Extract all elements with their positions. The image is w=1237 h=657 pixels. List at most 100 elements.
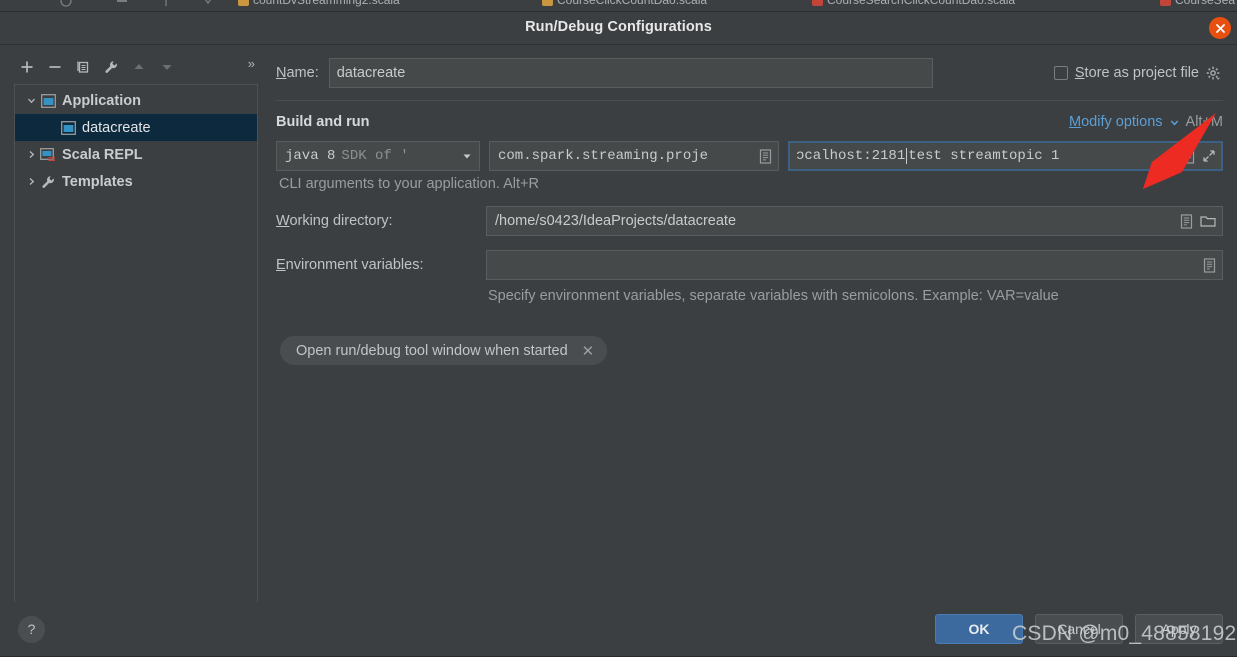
cli-arguments-value-before-caret: ɔcalhost:2181	[796, 148, 906, 164]
main-class-value: com.spark.streaming.proje	[498, 148, 709, 164]
section-divider	[276, 100, 1223, 101]
cli-arguments-hint: CLI arguments to your application. Alt+R	[279, 176, 539, 192]
scala-class-icon	[1160, 0, 1171, 6]
ide-toolbar-icon-2	[116, 0, 128, 6]
jre-value: java 8	[285, 148, 336, 164]
expand-field-icon[interactable]	[1180, 213, 1193, 229]
tree-node-application[interactable]: Application	[15, 87, 257, 114]
ide-tab-label: countDvStreamming2.scala	[253, 0, 400, 7]
dialog-body: » Application datacreate Scala REPL Temp…	[0, 46, 1237, 656]
scala-class-icon	[812, 0, 823, 6]
popup-editor-icon[interactable]	[1202, 149, 1216, 163]
chevron-right-icon[interactable]	[23, 176, 39, 187]
close-dialog-button[interactable]	[1209, 17, 1231, 39]
store-as-project-file-control[interactable]: Store as project file	[1053, 65, 1223, 81]
remove-configuration-button[interactable]	[42, 55, 68, 79]
jre-value-detail: SDK of '	[341, 148, 409, 164]
text-caret	[906, 148, 908, 164]
dialog-title: Run/Debug Configurations	[525, 19, 712, 35]
copy-configuration-button[interactable]	[70, 55, 96, 79]
jre-combo[interactable]: java 8 SDK of '	[276, 141, 480, 171]
ok-button[interactable]: OK	[935, 614, 1023, 644]
ide-tab-label: CourseSea	[1175, 0, 1236, 7]
close-icon	[1215, 23, 1225, 33]
section-title: Build and run	[276, 114, 370, 130]
copy-icon	[77, 61, 89, 73]
ide-tab[interactable]: CourseSea	[1160, 0, 1235, 7]
chevron-down-icon[interactable]	[1169, 117, 1180, 128]
store-as-project-file-checkbox[interactable]	[1053, 66, 1068, 80]
tree-node-label: Scala REPL	[62, 146, 143, 163]
ide-editor-tab-strip: countDvStreamming2.scala CourseClickCoun…	[0, 0, 1237, 11]
tree-node-scala-repl[interactable]: Scala REPL	[15, 141, 257, 168]
tree-node-datacreate[interactable]: datacreate	[15, 114, 257, 141]
application-icon	[59, 120, 77, 135]
tree-node-templates[interactable]: Templates	[15, 168, 257, 195]
cli-arguments-field[interactable]: ɔcalhost:2181 test streamtopic 1	[788, 141, 1223, 171]
modify-options-link[interactable]: Modify options	[1069, 114, 1163, 130]
scala-file-icon	[238, 0, 249, 6]
ide-tab-label: CourseClickCountDao.scala	[557, 0, 708, 7]
ide-toolbar-icon-3	[160, 0, 172, 6]
dialog-title-bar: Run/Debug Configurations	[0, 12, 1237, 45]
folder-icon[interactable]	[1200, 214, 1216, 228]
name-input[interactable]	[328, 58, 933, 88]
ide-tab[interactable]: CourseClickCountDao.scala	[542, 0, 707, 7]
scala-repl-icon	[39, 147, 57, 162]
chevron-down-icon[interactable]	[461, 150, 473, 162]
chevron-right-icon[interactable]	[23, 149, 39, 160]
arrow-down-icon	[162, 65, 172, 70]
expand-field-icon[interactable]	[1182, 148, 1195, 164]
apply-button[interactable]: Apply	[1135, 614, 1223, 644]
environment-variables-label: Environment variables:	[276, 257, 424, 273]
dialog-footer: ? OK Cancel Apply	[0, 602, 1237, 656]
minus-icon	[49, 66, 61, 68]
name-label: Name:	[276, 65, 319, 81]
environment-variables-row: Environment variables:	[276, 250, 1223, 280]
move-up-button[interactable]	[126, 55, 152, 79]
working-directory-row: Working directory: /home/s0423/IdeaProje…	[276, 206, 1223, 236]
wrench-icon	[39, 174, 57, 190]
tree-node-label: Application	[62, 92, 141, 109]
expand-field-icon[interactable]	[759, 148, 772, 164]
open-tool-window-chip[interactable]: Open run/debug tool window when started …	[280, 336, 608, 365]
environment-variables-field[interactable]	[486, 250, 1223, 280]
working-directory-field[interactable]: /home/s0423/IdeaProjects/datacreate	[486, 206, 1223, 236]
run-debug-configurations-window: countDvStreamming2.scala CourseClickCoun…	[0, 0, 1237, 657]
plus-icon	[21, 61, 33, 73]
move-down-button[interactable]	[154, 55, 180, 79]
working-directory-label: Working directory:	[276, 213, 393, 229]
name-row: Name: Store as project file	[276, 58, 1223, 88]
close-icon[interactable]: ✕	[582, 342, 595, 360]
store-as-project-file-label: Store as project file	[1074, 65, 1199, 81]
tree-node-label: Templates	[62, 173, 133, 190]
cli-arguments-value-after-caret: test streamtopic 1	[908, 148, 1060, 164]
gear-icon[interactable]	[1206, 66, 1221, 81]
ide-tab[interactable]: CourseSearchClickCountDao.scala	[812, 0, 1015, 7]
main-class-field[interactable]: com.spark.streaming.proje	[489, 141, 779, 171]
open-tool-window-chip-label: Open run/debug tool window when started	[296, 342, 568, 359]
modify-options-shortcut: Alt+M	[1185, 114, 1223, 130]
configurations-toolbar: »	[14, 52, 258, 82]
arrow-up-icon	[134, 64, 144, 69]
help-button[interactable]: ?	[18, 615, 45, 643]
configurations-tree: Application datacreate Scala REPL Templa…	[14, 84, 258, 634]
ide-toolbar-icon-1	[60, 0, 72, 7]
run-target-row: java 8 SDK of ' com.spark.streaming.proj…	[276, 141, 1223, 171]
add-configuration-button[interactable]	[14, 55, 40, 79]
configurations-left-pane: » Application datacreate Scala REPL Temp…	[0, 46, 266, 656]
working-directory-value: /home/s0423/IdeaProjects/datacreate	[495, 213, 737, 229]
expand-field-icon[interactable]	[1203, 257, 1216, 273]
ide-tab-label: CourseSearchClickCountDao.scala	[827, 0, 1016, 7]
application-icon	[39, 93, 57, 108]
ide-toolbar-icon-4	[202, 0, 214, 6]
chevron-down-icon[interactable]	[23, 95, 39, 106]
wrench-icon	[105, 61, 117, 73]
cancel-button[interactable]: Cancel	[1035, 614, 1123, 644]
environment-variables-hint: Specify environment variables, separate …	[488, 288, 1059, 304]
configuration-editor-pane: Name: Store as project file	[266, 46, 1237, 656]
toolbar-overflow-button[interactable]: »	[248, 56, 255, 71]
ide-tab[interactable]: countDvStreamming2.scala	[238, 0, 400, 7]
dialog-window: Run/Debug Configurations » Application d…	[0, 11, 1237, 657]
edit-templates-button[interactable]	[98, 55, 124, 79]
